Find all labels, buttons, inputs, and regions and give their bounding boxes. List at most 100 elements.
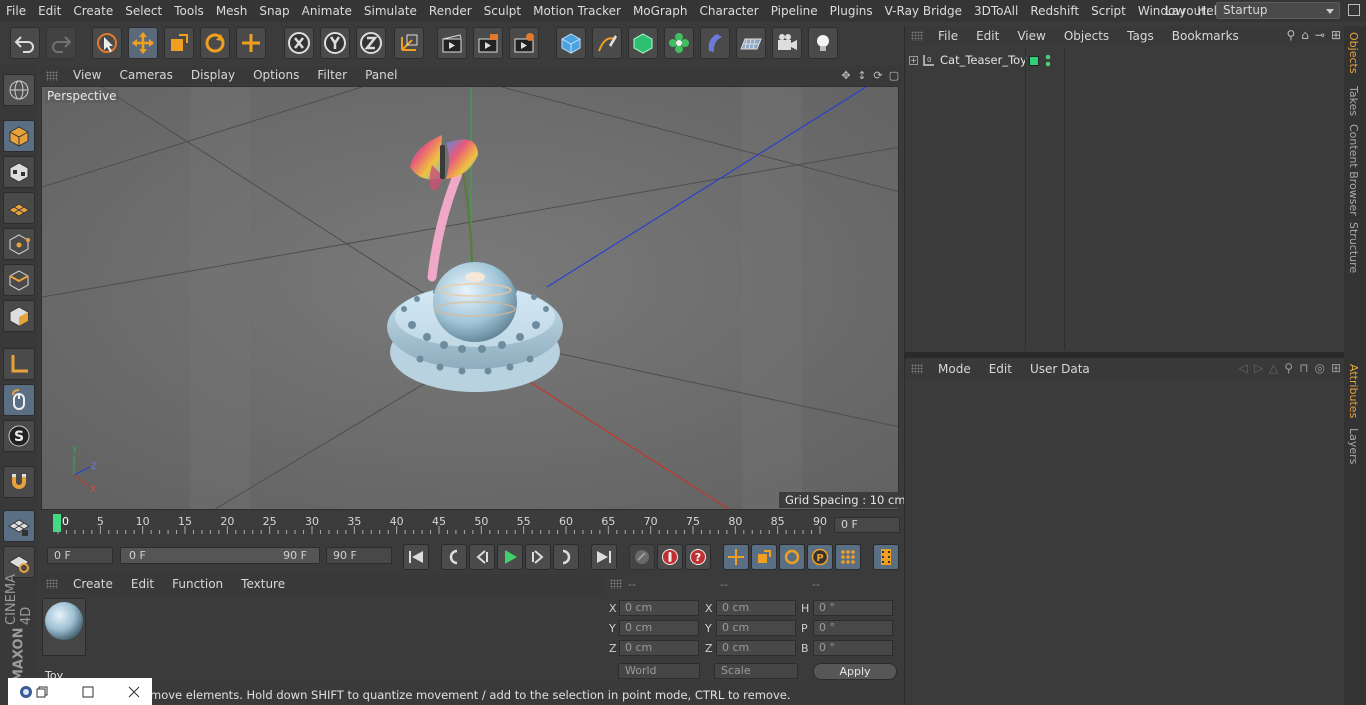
menu-character[interactable]: Character [693,0,764,22]
menu-mograph[interactable]: MoGraph [627,0,694,22]
panel-grip-icon[interactable] [46,579,58,589]
material-swatch[interactable]: Toy [42,598,86,682]
timeline-ruler[interactable]: 0 5 10 15 20 25 30 35 40 45 50 55 60 65 70 75 80 85 90 0 F [40,512,902,538]
render-view-button[interactable] [437,27,467,59]
tab-objects[interactable]: Objects [1347,32,1360,74]
tree-item[interactable]: + 0 Cat_Teaser_Toy [909,52,1027,68]
rot-h-field[interactable]: 0 ° [813,600,893,616]
model-mode-button[interactable] [3,120,35,152]
record-rotation-button[interactable] [779,544,805,570]
frame-ruler[interactable]: 0 5 10 15 20 25 30 35 40 45 50 55 60 65 70 75 80 85 90 [48,512,832,534]
cube-primitive-button[interactable] [556,27,586,59]
menu-edit[interactable]: Edit [32,0,67,22]
viewport-menu-display[interactable]: Display [182,66,244,85]
make-editable-button[interactable] [3,74,35,106]
new-panel-icon[interactable]: ⊞ [1331,361,1341,375]
attribute-menu-edit[interactable]: Edit [980,360,1021,379]
perspective-viewport[interactable]: Y Z X [41,86,899,510]
menu-render[interactable]: Render [423,0,478,22]
tab-structure[interactable]: Structure [1347,222,1360,273]
restore-window-icon[interactable] [36,686,48,698]
viewport-menu-view[interactable]: View [64,66,110,85]
target-icon[interactable]: ◎ [1314,361,1324,375]
play-button[interactable] [497,544,523,570]
rotate-tool-button[interactable] [200,27,230,59]
camera-button[interactable] [772,27,802,59]
scale-tool-button[interactable] [164,27,194,59]
subdivision-button[interactable] [628,27,658,59]
previous-frame-button[interactable] [469,544,495,570]
object-menu-view[interactable]: View [1008,27,1054,46]
viewport-menu-options[interactable]: Options [244,66,308,85]
cloner-button[interactable] [664,27,694,59]
coordinate-space-select[interactable]: World [618,663,700,679]
next-frame-button[interactable] [525,544,551,570]
end-frame-field[interactable]: 90 F [326,547,392,564]
window-restore-icon[interactable] [1348,4,1360,16]
expand-plus-icon[interactable]: + [909,55,918,65]
menu-select[interactable]: Select [119,0,168,22]
menu-plugins[interactable]: Plugins [824,0,879,22]
panel-grip-icon[interactable] [911,31,923,41]
autokey-button[interactable] [657,544,683,570]
panel-grip-icon[interactable] [911,364,923,374]
workplane-lock-button[interactable] [3,510,35,542]
move-tool-button[interactable] [128,27,158,59]
forward-arrow-icon[interactable]: ▷ [1254,361,1263,375]
texture-mode-button[interactable] [3,156,35,188]
rot-b-field[interactable]: 0 ° [813,640,893,656]
material-menu-create[interactable]: Create [64,575,122,594]
tab-content-browser[interactable]: Content Browser [1347,124,1360,216]
object-menu-bookmarks[interactable]: Bookmarks [1163,27,1248,46]
points-mode-button[interactable] [3,228,35,260]
menu-pipeline[interactable]: Pipeline [765,0,824,22]
menu-motion-tracker[interactable]: Motion Tracker [527,0,627,22]
workplane-align-button[interactable] [3,546,35,578]
current-frame-field[interactable]: 0 F [834,517,900,533]
panel-grip-icon[interactable] [46,70,58,81]
polygons-mode-button[interactable] [3,300,35,332]
up-arrow-icon[interactable]: △ [1269,361,1278,375]
edges-mode-button[interactable] [3,264,35,296]
search-icon[interactable]: ⚲ [1286,28,1295,42]
go-to-end-button[interactable] [591,544,617,570]
size-mode-select[interactable]: Scale [714,663,798,679]
coordinate-system-button[interactable] [394,27,424,59]
deformer-button[interactable] [700,27,730,59]
link-icon[interactable]: ⊸ [1315,28,1325,42]
menu-mesh[interactable]: Mesh [210,0,254,22]
size-x-field[interactable]: 0 cm [716,600,796,616]
timeline-window-button[interactable] [873,544,899,570]
z-axis-lock-button[interactable] [356,27,386,59]
object-menu-tags[interactable]: Tags [1118,27,1163,46]
redo-button[interactable] [46,27,76,59]
menu-vray-bridge[interactable]: V-Ray Bridge [879,0,968,22]
menu-redshift[interactable]: Redshift [1024,0,1085,22]
menu-3dtoall[interactable]: 3DToAll [968,0,1024,22]
layout-select[interactable]: Startup [1216,2,1340,19]
viewport-maximize-icon[interactable]: ▢ [888,69,900,82]
back-arrow-icon[interactable]: ◁ [1239,361,1248,375]
menu-create[interactable]: Create [67,0,119,22]
viewport-dolly-icon[interactable]: ↕ [856,69,868,82]
axis-mode-button[interactable] [3,348,35,380]
undo-button[interactable] [10,27,40,59]
previous-key-button[interactable] [441,544,467,570]
viewport-menu-filter[interactable]: Filter [308,66,356,85]
object-menu-objects[interactable]: Objects [1055,27,1118,46]
menu-sculpt[interactable]: Sculpt [478,0,527,22]
menu-animate[interactable]: Animate [296,0,358,22]
record-keys-button[interactable] [629,544,655,570]
viewport-menu-panel[interactable]: Panel [356,66,406,85]
pos-z-field[interactable]: 0 cm [619,640,699,656]
tab-layers[interactable]: Layers [1347,428,1360,464]
render-to-picture-viewer-button[interactable] [473,27,503,59]
object-menu-edit[interactable]: Edit [967,27,1008,46]
start-frame-field[interactable]: 0 F [47,547,113,564]
tab-takes[interactable]: Takes [1347,86,1360,116]
search-icon[interactable]: ⚲ [1284,361,1293,375]
render-settings-button[interactable] [509,27,539,59]
y-axis-lock-button[interactable] [320,27,350,59]
menu-simulate[interactable]: Simulate [358,0,423,22]
material-menu-function[interactable]: Function [163,575,232,594]
